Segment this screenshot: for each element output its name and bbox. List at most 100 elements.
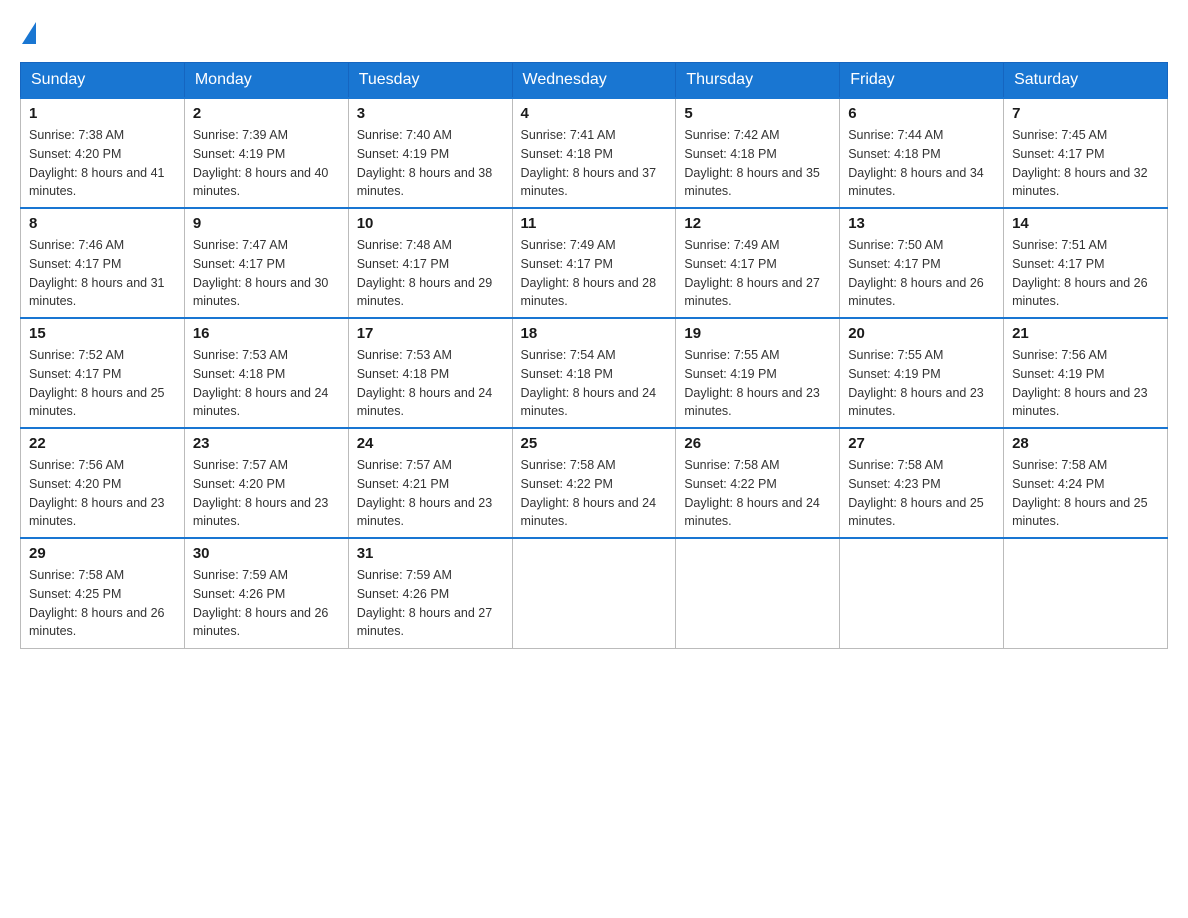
day-info: Sunrise: 7:45 AM Sunset: 4:17 PM Dayligh… xyxy=(1012,126,1159,201)
day-number: 29 xyxy=(29,545,176,562)
day-info: Sunrise: 7:40 AM Sunset: 4:19 PM Dayligh… xyxy=(357,126,504,201)
day-info: Sunrise: 7:53 AM Sunset: 4:18 PM Dayligh… xyxy=(357,346,504,421)
calendar-cell: 25 Sunrise: 7:58 AM Sunset: 4:22 PM Dayl… xyxy=(512,428,676,538)
calendar-cell: 28 Sunrise: 7:58 AM Sunset: 4:24 PM Dayl… xyxy=(1004,428,1168,538)
day-info: Sunrise: 7:47 AM Sunset: 4:17 PM Dayligh… xyxy=(193,236,340,311)
calendar-cell xyxy=(1004,538,1168,648)
weekday-header-friday: Friday xyxy=(840,63,1004,99)
weekday-header-sunday: Sunday xyxy=(21,63,185,99)
calendar-cell: 24 Sunrise: 7:57 AM Sunset: 4:21 PM Dayl… xyxy=(348,428,512,538)
day-number: 13 xyxy=(848,215,995,232)
day-number: 7 xyxy=(1012,105,1159,122)
day-info: Sunrise: 7:54 AM Sunset: 4:18 PM Dayligh… xyxy=(521,346,668,421)
day-number: 18 xyxy=(521,325,668,342)
calendar-cell: 1 Sunrise: 7:38 AM Sunset: 4:20 PM Dayli… xyxy=(21,98,185,208)
day-info: Sunrise: 7:56 AM Sunset: 4:20 PM Dayligh… xyxy=(29,456,176,531)
day-info: Sunrise: 7:39 AM Sunset: 4:19 PM Dayligh… xyxy=(193,126,340,201)
day-info: Sunrise: 7:44 AM Sunset: 4:18 PM Dayligh… xyxy=(848,126,995,201)
weekday-header-wednesday: Wednesday xyxy=(512,63,676,99)
day-info: Sunrise: 7:58 AM Sunset: 4:25 PM Dayligh… xyxy=(29,566,176,641)
calendar-cell: 6 Sunrise: 7:44 AM Sunset: 4:18 PM Dayli… xyxy=(840,98,1004,208)
day-number: 22 xyxy=(29,435,176,452)
day-number: 8 xyxy=(29,215,176,232)
calendar-cell: 21 Sunrise: 7:56 AM Sunset: 4:19 PM Dayl… xyxy=(1004,318,1168,428)
weekday-header-row: SundayMondayTuesdayWednesdayThursdayFrid… xyxy=(21,63,1168,99)
weekday-header-tuesday: Tuesday xyxy=(348,63,512,99)
calendar-cell: 4 Sunrise: 7:41 AM Sunset: 4:18 PM Dayli… xyxy=(512,98,676,208)
week-row-5: 29 Sunrise: 7:58 AM Sunset: 4:25 PM Dayl… xyxy=(21,538,1168,648)
day-info: Sunrise: 7:41 AM Sunset: 4:18 PM Dayligh… xyxy=(521,126,668,201)
day-number: 9 xyxy=(193,215,340,232)
day-number: 15 xyxy=(29,325,176,342)
day-info: Sunrise: 7:49 AM Sunset: 4:17 PM Dayligh… xyxy=(684,236,831,311)
day-info: Sunrise: 7:57 AM Sunset: 4:21 PM Dayligh… xyxy=(357,456,504,531)
calendar-cell: 13 Sunrise: 7:50 AM Sunset: 4:17 PM Dayl… xyxy=(840,208,1004,318)
calendar-cell: 9 Sunrise: 7:47 AM Sunset: 4:17 PM Dayli… xyxy=(184,208,348,318)
weekday-header-monday: Monday xyxy=(184,63,348,99)
day-info: Sunrise: 7:38 AM Sunset: 4:20 PM Dayligh… xyxy=(29,126,176,201)
day-number: 30 xyxy=(193,545,340,562)
day-info: Sunrise: 7:46 AM Sunset: 4:17 PM Dayligh… xyxy=(29,236,176,311)
calendar-cell: 8 Sunrise: 7:46 AM Sunset: 4:17 PM Dayli… xyxy=(21,208,185,318)
calendar-cell: 27 Sunrise: 7:58 AM Sunset: 4:23 PM Dayl… xyxy=(840,428,1004,538)
calendar-cell: 31 Sunrise: 7:59 AM Sunset: 4:26 PM Dayl… xyxy=(348,538,512,648)
calendar-cell: 3 Sunrise: 7:40 AM Sunset: 4:19 PM Dayli… xyxy=(348,98,512,208)
day-info: Sunrise: 7:59 AM Sunset: 4:26 PM Dayligh… xyxy=(357,566,504,641)
day-info: Sunrise: 7:55 AM Sunset: 4:19 PM Dayligh… xyxy=(684,346,831,421)
day-info: Sunrise: 7:58 AM Sunset: 4:22 PM Dayligh… xyxy=(521,456,668,531)
day-info: Sunrise: 7:58 AM Sunset: 4:23 PM Dayligh… xyxy=(848,456,995,531)
calendar-cell: 22 Sunrise: 7:56 AM Sunset: 4:20 PM Dayl… xyxy=(21,428,185,538)
day-number: 3 xyxy=(357,105,504,122)
day-number: 27 xyxy=(848,435,995,452)
calendar-cell: 11 Sunrise: 7:49 AM Sunset: 4:17 PM Dayl… xyxy=(512,208,676,318)
calendar-cell: 26 Sunrise: 7:58 AM Sunset: 4:22 PM Dayl… xyxy=(676,428,840,538)
day-info: Sunrise: 7:56 AM Sunset: 4:19 PM Dayligh… xyxy=(1012,346,1159,421)
calendar-cell: 5 Sunrise: 7:42 AM Sunset: 4:18 PM Dayli… xyxy=(676,98,840,208)
day-info: Sunrise: 7:51 AM Sunset: 4:17 PM Dayligh… xyxy=(1012,236,1159,311)
calendar-cell: 16 Sunrise: 7:53 AM Sunset: 4:18 PM Dayl… xyxy=(184,318,348,428)
calendar-cell: 19 Sunrise: 7:55 AM Sunset: 4:19 PM Dayl… xyxy=(676,318,840,428)
calendar-cell: 12 Sunrise: 7:49 AM Sunset: 4:17 PM Dayl… xyxy=(676,208,840,318)
day-number: 25 xyxy=(521,435,668,452)
day-number: 17 xyxy=(357,325,504,342)
calendar-cell: 18 Sunrise: 7:54 AM Sunset: 4:18 PM Dayl… xyxy=(512,318,676,428)
day-number: 20 xyxy=(848,325,995,342)
page-header xyxy=(20,20,1168,42)
day-number: 5 xyxy=(684,105,831,122)
calendar-cell: 14 Sunrise: 7:51 AM Sunset: 4:17 PM Dayl… xyxy=(1004,208,1168,318)
day-info: Sunrise: 7:42 AM Sunset: 4:18 PM Dayligh… xyxy=(684,126,831,201)
day-info: Sunrise: 7:52 AM Sunset: 4:17 PM Dayligh… xyxy=(29,346,176,421)
day-number: 10 xyxy=(357,215,504,232)
day-info: Sunrise: 7:58 AM Sunset: 4:24 PM Dayligh… xyxy=(1012,456,1159,531)
calendar-cell: 29 Sunrise: 7:58 AM Sunset: 4:25 PM Dayl… xyxy=(21,538,185,648)
day-number: 31 xyxy=(357,545,504,562)
day-info: Sunrise: 7:49 AM Sunset: 4:17 PM Dayligh… xyxy=(521,236,668,311)
day-number: 28 xyxy=(1012,435,1159,452)
day-number: 24 xyxy=(357,435,504,452)
week-row-2: 8 Sunrise: 7:46 AM Sunset: 4:17 PM Dayli… xyxy=(21,208,1168,318)
calendar-cell: 15 Sunrise: 7:52 AM Sunset: 4:17 PM Dayl… xyxy=(21,318,185,428)
day-info: Sunrise: 7:57 AM Sunset: 4:20 PM Dayligh… xyxy=(193,456,340,531)
day-number: 6 xyxy=(848,105,995,122)
weekday-header-thursday: Thursday xyxy=(676,63,840,99)
logo xyxy=(20,20,38,42)
calendar-cell: 30 Sunrise: 7:59 AM Sunset: 4:26 PM Dayl… xyxy=(184,538,348,648)
week-row-1: 1 Sunrise: 7:38 AM Sunset: 4:20 PM Dayli… xyxy=(21,98,1168,208)
day-number: 4 xyxy=(521,105,668,122)
calendar-cell: 2 Sunrise: 7:39 AM Sunset: 4:19 PM Dayli… xyxy=(184,98,348,208)
day-info: Sunrise: 7:59 AM Sunset: 4:26 PM Dayligh… xyxy=(193,566,340,641)
day-number: 26 xyxy=(684,435,831,452)
day-number: 11 xyxy=(521,215,668,232)
calendar-cell: 20 Sunrise: 7:55 AM Sunset: 4:19 PM Dayl… xyxy=(840,318,1004,428)
day-number: 21 xyxy=(1012,325,1159,342)
week-row-3: 15 Sunrise: 7:52 AM Sunset: 4:17 PM Dayl… xyxy=(21,318,1168,428)
day-info: Sunrise: 7:55 AM Sunset: 4:19 PM Dayligh… xyxy=(848,346,995,421)
day-info: Sunrise: 7:58 AM Sunset: 4:22 PM Dayligh… xyxy=(684,456,831,531)
calendar-cell: 17 Sunrise: 7:53 AM Sunset: 4:18 PM Dayl… xyxy=(348,318,512,428)
calendar-table: SundayMondayTuesdayWednesdayThursdayFrid… xyxy=(20,62,1168,649)
day-info: Sunrise: 7:53 AM Sunset: 4:18 PM Dayligh… xyxy=(193,346,340,421)
calendar-cell: 10 Sunrise: 7:48 AM Sunset: 4:17 PM Dayl… xyxy=(348,208,512,318)
logo-triangle-icon xyxy=(22,22,36,44)
day-number: 12 xyxy=(684,215,831,232)
calendar-cell xyxy=(512,538,676,648)
